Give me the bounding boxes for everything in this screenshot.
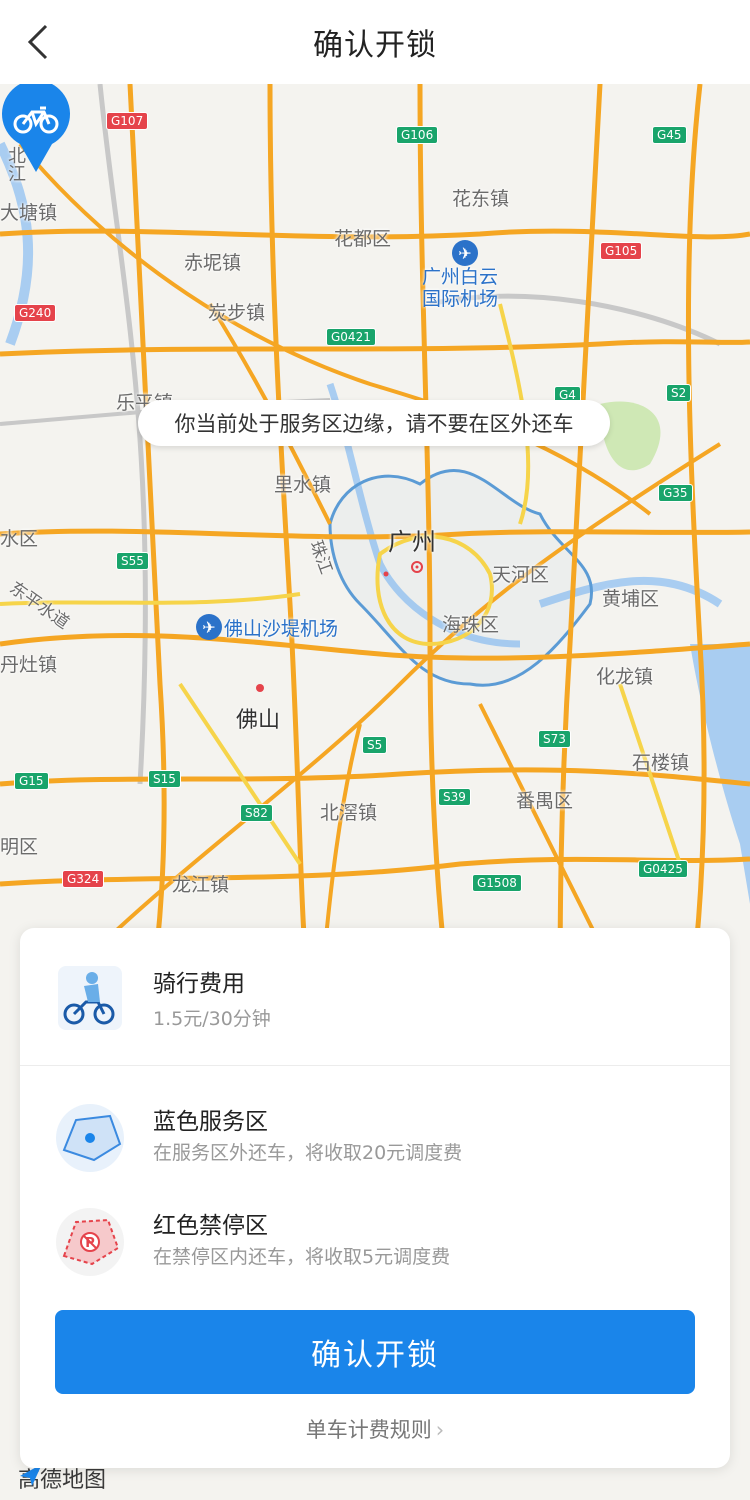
map-label-baiyun-airport: 广州白云国际机场 (422, 266, 499, 310)
road-shield: G35 (658, 484, 693, 502)
road-shield: S2 (666, 384, 692, 402)
bike-location-pin[interactable] (0, 84, 72, 174)
map-label-datang: 大塘镇 (0, 202, 58, 224)
map-label-panyu: 番禺区 (516, 790, 574, 812)
billing-rules-label: 单车计费规则 (305, 1418, 432, 1442)
road-shield: G106 (396, 126, 439, 144)
map-label-beijiao: 北滘镇 (320, 802, 378, 824)
map-label-shilou: 石楼镇 (632, 752, 690, 774)
airplane-icon: ✈ (196, 614, 222, 640)
road-shield: G324 (62, 870, 105, 888)
road-shield: S82 (240, 804, 273, 822)
road-shield: S73 (538, 730, 571, 748)
fee-title: 骑行费用 (153, 971, 245, 997)
fee-desc: 1.5元/30分钟 (153, 1008, 271, 1030)
map-label-hualong: 化龙镇 (596, 666, 654, 688)
road-shield: G105 (600, 242, 643, 260)
road-shield: S55 (116, 552, 149, 570)
map-label-shuiqu: 水区 (0, 528, 39, 550)
map-label-huangpu: 黄埔区 (602, 588, 660, 610)
nav-bar: 确认开锁 (0, 0, 750, 84)
map-label-tanbu: 炭步镇 (208, 302, 266, 324)
chevron-right-icon: › (435, 1418, 445, 1442)
blue-zone-title: 蓝色服务区 (153, 1109, 268, 1135)
cyclist-icon (58, 966, 122, 1030)
map-label-huadong: 花东镇 (452, 188, 510, 210)
airplane-icon: ✈ (452, 240, 478, 266)
map-label-longjiang: 龙江镇 (172, 874, 230, 896)
chevron-left-icon (27, 24, 48, 60)
red-zone-desc: 在禁停区内还车，将收取5元调度费 (153, 1246, 451, 1268)
road-shield: S39 (438, 788, 471, 806)
blue-zone-icon (56, 1104, 124, 1172)
map-label-mingqu: 明区 (0, 836, 39, 858)
road-shield: G240 (14, 304, 57, 322)
back-button[interactable] (14, 18, 62, 66)
road-shield: G45 (652, 126, 687, 144)
map-label-chini: 赤坭镇 (184, 252, 242, 274)
page-title: 确认开锁 (313, 28, 437, 63)
map-label-huadu: 花都区 (334, 228, 392, 250)
map-label-lishui: 里水镇 (274, 474, 332, 496)
road-shield: G15 (14, 772, 49, 790)
road-shield: G0421 (326, 328, 376, 346)
unlock-info-card: 骑行费用 1.5元/30分钟 蓝色服务区 在服务区外还车，将收取20元调度费 P… (20, 928, 730, 1468)
road-shield: G1508 (472, 874, 522, 892)
red-zone-title: 红色禁停区 (153, 1213, 268, 1239)
map-label-foshan: 佛山 (236, 708, 281, 733)
road-shield: G107 (106, 112, 149, 130)
confirm-unlock-button[interactable]: 确认开锁 (55, 1310, 695, 1394)
map-label-guangzhou: 广州 (388, 528, 436, 556)
map-label-haizhu: 海珠区 (442, 614, 500, 636)
map-label-tianhe: 天河区 (492, 564, 550, 586)
service-area-tip: 你当前处于服务区边缘，请不要在区外还车 (138, 400, 610, 446)
blue-zone-desc: 在服务区外还车，将收取20元调度费 (153, 1142, 463, 1164)
road-shield: S15 (148, 770, 181, 788)
road-shield: S5 (362, 736, 388, 754)
no-parking-zone-icon: P (56, 1208, 124, 1276)
map-label-danzao: 丹灶镇 (0, 654, 58, 676)
billing-rules-link[interactable]: 单车计费规则 › (20, 1414, 730, 1444)
divider (20, 1065, 730, 1066)
road-shield: G0425 (638, 860, 688, 878)
map-label-foshan-airport: 佛山沙堤机场 (224, 618, 339, 640)
